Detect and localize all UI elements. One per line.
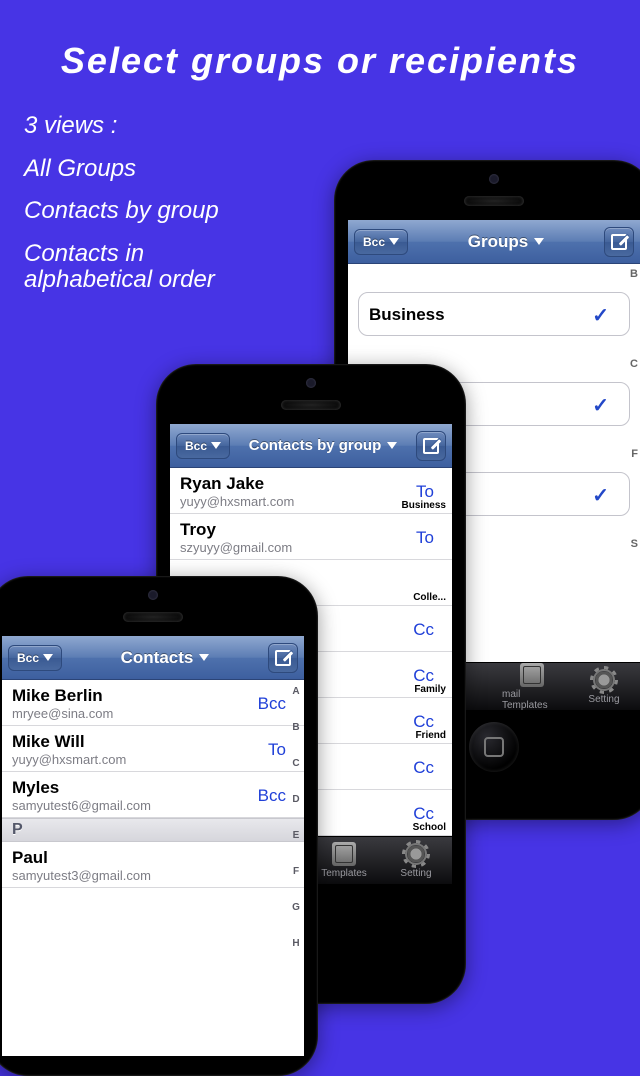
contact-row[interactable]: Paulsamyutest3@gmail.com xyxy=(2,842,304,888)
section-header: P xyxy=(2,818,304,842)
navbar-title[interactable]: Groups xyxy=(468,232,544,252)
check-icon: ✓ xyxy=(592,393,609,418)
navbar-title-text: Contacts xyxy=(121,648,194,668)
gear-icon xyxy=(404,842,428,866)
phone-bezel-top xyxy=(0,576,318,636)
group-badge: Family xyxy=(414,684,446,695)
gear-icon xyxy=(592,668,616,692)
contact-row[interactable]: Troyszyuyy@gmail.comTo xyxy=(170,514,452,560)
recipient-tag[interactable]: To xyxy=(268,740,286,760)
speaker-icon xyxy=(281,400,341,410)
index-letter: S xyxy=(631,538,638,550)
compose-icon xyxy=(423,438,439,454)
bcc-label: Bcc xyxy=(363,235,385,249)
contact-email: samyutest3@gmail.com xyxy=(12,868,294,883)
recipient-tag[interactable]: To xyxy=(416,528,434,548)
compose-button[interactable] xyxy=(268,643,298,673)
navbar-title[interactable]: Contacts by group xyxy=(249,437,398,454)
contact-name: Paul xyxy=(12,848,294,868)
promo-subtitle: 3 views : xyxy=(0,112,640,140)
group-label: Business xyxy=(369,305,445,325)
recipient-tag[interactable]: Cc xyxy=(413,712,434,732)
templates-icon xyxy=(520,663,544,687)
group-badge: School xyxy=(413,822,446,833)
group-badge: Colle... xyxy=(413,592,446,603)
recipient-tag[interactable]: Bcc xyxy=(258,786,286,806)
compose-button[interactable] xyxy=(604,227,634,257)
chevron-down-icon xyxy=(43,654,53,661)
contact-email: samyutest6@gmail.com xyxy=(12,798,258,813)
contact-email: szyuyy@gmail.com xyxy=(180,540,416,555)
templates-icon xyxy=(332,842,356,866)
contact-name: Mike Berlin xyxy=(12,686,258,706)
contact-row[interactable]: Ryan Jakeyuyy@hxsmart.comToBusiness xyxy=(170,468,452,514)
tab-setting[interactable]: Setting xyxy=(574,668,634,705)
camera-icon xyxy=(489,174,499,184)
check-icon: ✓ xyxy=(592,483,609,508)
navbar-title-text: Groups xyxy=(468,232,528,252)
chevron-down-icon xyxy=(389,238,399,245)
index-letter: B xyxy=(630,268,638,280)
chevron-down-icon xyxy=(387,442,397,449)
contact-email: mryee@sina.com xyxy=(12,706,258,721)
recipient-tag[interactable]: Cc xyxy=(413,804,434,824)
contact-email: yuyy@hxsmart.com xyxy=(12,752,268,767)
group-badge: Business xyxy=(402,500,446,511)
navbar: Bcc Groups xyxy=(348,220,640,264)
tab-templates[interactable]: mail Templates xyxy=(502,663,562,711)
recipient-tag[interactable]: To xyxy=(416,482,434,502)
compose-icon xyxy=(611,234,627,250)
navbar: Bcc Contacts by group xyxy=(170,424,452,468)
phone-bezel-top xyxy=(334,160,640,220)
tab-label: Setting xyxy=(400,868,431,879)
bcc-dropdown-button[interactable]: Bcc xyxy=(176,433,230,459)
contact-name: Troy xyxy=(180,520,416,540)
camera-icon xyxy=(148,590,158,600)
bcc-dropdown-button[interactable]: Bcc xyxy=(8,645,62,671)
screen: Bcc Contacts Mike Berlinmryee@sina.comBc… xyxy=(2,636,304,1056)
contact-row[interactable]: Mike Berlinmryee@sina.comBcc xyxy=(2,680,304,726)
tab-templates[interactable]: Templates xyxy=(314,842,374,879)
speaker-icon xyxy=(123,612,183,622)
tab-label: mail Templates xyxy=(502,689,562,711)
contact-name: Mike Will xyxy=(12,732,268,752)
phone-contacts: Bcc Contacts Mike Berlinmryee@sina.comBc… xyxy=(0,576,318,1076)
bcc-label: Bcc xyxy=(185,439,207,453)
speaker-icon xyxy=(464,196,524,206)
check-icon: ✓ xyxy=(592,303,609,328)
navbar-title[interactable]: Contacts xyxy=(121,648,210,668)
contact-email: yuyy@hxsmart.com xyxy=(180,494,416,509)
contact-row[interactable]: Mike Willyuyy@hxsmart.comTo xyxy=(2,726,304,772)
navbar: Bcc Contacts xyxy=(2,636,304,680)
contacts-list[interactable]: Mike Berlinmryee@sina.comBccMike Willyuy… xyxy=(2,680,304,1056)
group-row[interactable]: Business ✓ xyxy=(358,292,630,336)
recipient-tag[interactable]: Cc xyxy=(413,620,434,640)
bcc-label: Bcc xyxy=(17,651,39,665)
contact-row[interactable]: Mylessamyutest6@gmail.comBcc xyxy=(2,772,304,818)
chevron-down-icon xyxy=(534,238,544,245)
camera-icon xyxy=(306,378,316,388)
group-badge: Friend xyxy=(415,730,446,741)
compose-button[interactable] xyxy=(416,431,446,461)
home-button[interactable] xyxy=(469,722,519,772)
tab-label: Setting xyxy=(588,694,619,705)
bcc-dropdown-button[interactable]: Bcc xyxy=(354,229,408,255)
phone-bezel-top xyxy=(156,364,466,424)
promo-title: Select groups or recipients xyxy=(0,0,640,82)
compose-icon xyxy=(275,650,291,666)
chevron-down-icon xyxy=(211,442,221,449)
tab-setting[interactable]: Setting xyxy=(386,842,446,879)
recipient-tag[interactable]: Cc xyxy=(413,666,434,686)
index-letter: C xyxy=(630,358,638,370)
navbar-title-text: Contacts by group xyxy=(249,437,382,454)
contact-name: Ryan Jake xyxy=(180,474,416,494)
recipient-tag[interactable]: Cc xyxy=(413,758,434,778)
recipient-tag[interactable]: Bcc xyxy=(258,694,286,714)
tab-label: Templates xyxy=(321,868,367,879)
index-letter: F xyxy=(631,448,638,460)
contact-name: Myles xyxy=(12,778,258,798)
chevron-down-icon xyxy=(199,654,209,661)
